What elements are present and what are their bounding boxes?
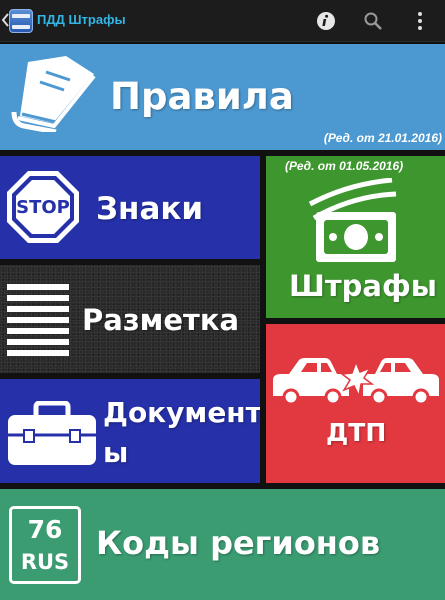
- road-marking-icon: [7, 284, 69, 356]
- tile-signs-label: Знаки: [96, 191, 204, 227]
- plate-number: 76: [27, 515, 63, 544]
- tile-fines[interactable]: (Ред. от 01.05.2016) Штрафы: [266, 156, 445, 318]
- app-title: ПДД Штрафы: [37, 12, 126, 27]
- tile-region-codes[interactable]: 76 RUS Коды регионов: [0, 489, 445, 600]
- tile-rules[interactable]: Правила (Ред. от 21.01.2016): [0, 44, 445, 150]
- tile-accident[interactable]: ДТП: [266, 324, 445, 483]
- briefcase-icon: [8, 401, 96, 465]
- tile-documents-label-line1: Документ: [103, 396, 260, 429]
- tile-markup[interactable]: Разметка: [0, 265, 260, 373]
- overflow-menu-icon: [418, 12, 422, 30]
- fines-edition-note: (Ред. от 01.05.2016): [285, 159, 404, 173]
- app-icon[interactable]: [9, 9, 33, 33]
- plate-country: RUS: [20, 550, 70, 574]
- tile-documents-label-line2: ы: [103, 436, 129, 469]
- tile-region-codes-label: Коды регионов: [96, 524, 381, 562]
- rules-edition-note: (Ред. от 21.01.2016): [323, 131, 442, 145]
- tile-rules-label: Правила: [110, 75, 294, 118]
- money-icon: [308, 178, 397, 262]
- search-icon: [364, 12, 382, 30]
- book-icon: [11, 56, 96, 132]
- stop-sign-text: STOP: [16, 197, 70, 218]
- tile-fines-label: Штрафы: [289, 269, 437, 303]
- license-plate-icon: 76 RUS: [9, 506, 81, 584]
- chevron-left-icon[interactable]: [1, 12, 9, 28]
- tile-documents[interactable]: Документ ы: [0, 379, 260, 483]
- tile-accident-label: ДТП: [326, 418, 387, 447]
- tile-markup-label: Разметка: [82, 303, 240, 337]
- info-icon: [317, 12, 335, 30]
- car-crash-icon: [273, 358, 439, 406]
- tile-signs[interactable]: STOP Знаки: [0, 156, 260, 259]
- overflow-menu-button[interactable]: [407, 8, 433, 34]
- info-button[interactable]: [313, 8, 339, 34]
- action-bar: ПДД Штрафы: [0, 0, 445, 42]
- search-button[interactable]: [360, 8, 386, 34]
